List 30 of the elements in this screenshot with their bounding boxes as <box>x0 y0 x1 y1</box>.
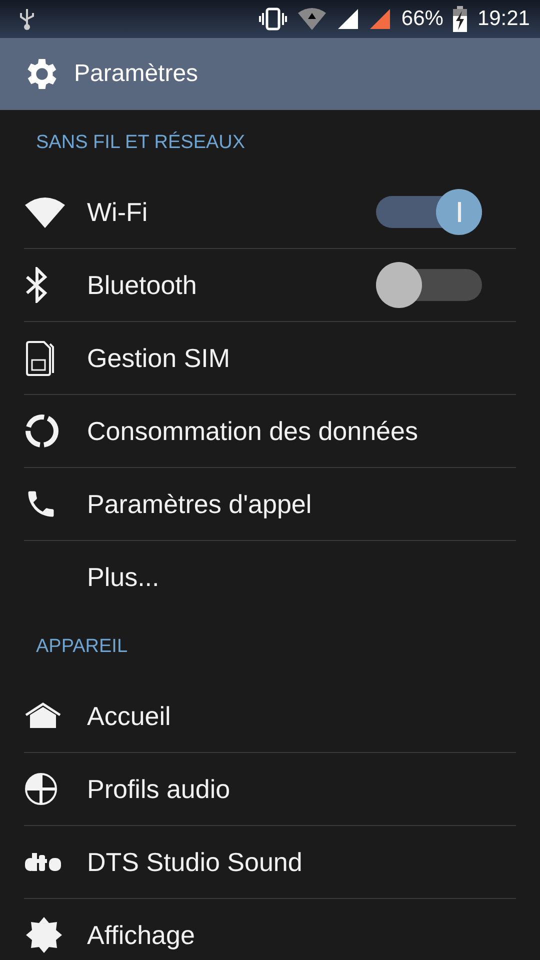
brightness-icon <box>24 915 64 955</box>
settings-item[interactable]: Consommation des données <box>87 416 516 446</box>
vibrate-icon <box>259 7 288 31</box>
settings-item[interactable]: Bluetooth <box>87 270 376 300</box>
home-icon <box>24 702 62 730</box>
toggle-switch[interactable] <box>376 189 482 235</box>
wifi-icon <box>24 196 66 228</box>
signal-icon <box>369 8 392 30</box>
settings-item[interactable]: Paramètres d'appel <box>87 488 516 520</box>
settings-item[interactable]: Wi-Fi <box>87 196 376 228</box>
usb-icon <box>18 7 36 31</box>
settings-item[interactable]: Accueil <box>87 700 516 732</box>
battery-percent: 66% <box>401 7 444 31</box>
bluetooth-icon <box>24 267 50 303</box>
wifi-signal-icon <box>297 7 328 31</box>
signal-icon <box>337 8 360 30</box>
settings-item[interactable]: Profils audio <box>87 774 516 804</box>
screen-title: Paramètres <box>74 60 198 88</box>
clock: 19:21 <box>477 7 530 31</box>
section-header: SANS FIL ET RÉSEAUX <box>36 132 246 154</box>
data-usage-icon <box>24 413 60 449</box>
toggle-switch[interactable] <box>376 262 482 308</box>
battery-charging-icon <box>453 6 468 32</box>
dts-logo-icon <box>24 852 62 872</box>
settings-item[interactable]: Gestion SIM <box>87 342 516 374</box>
section-header: APPAREIL <box>36 636 128 658</box>
settings-item[interactable]: Affichage <box>87 920 516 950</box>
settings-item[interactable]: DTS Studio Sound <box>87 846 516 878</box>
quartered-circle-icon <box>24 772 58 806</box>
settings-item[interactable]: Plus... <box>87 562 516 593</box>
